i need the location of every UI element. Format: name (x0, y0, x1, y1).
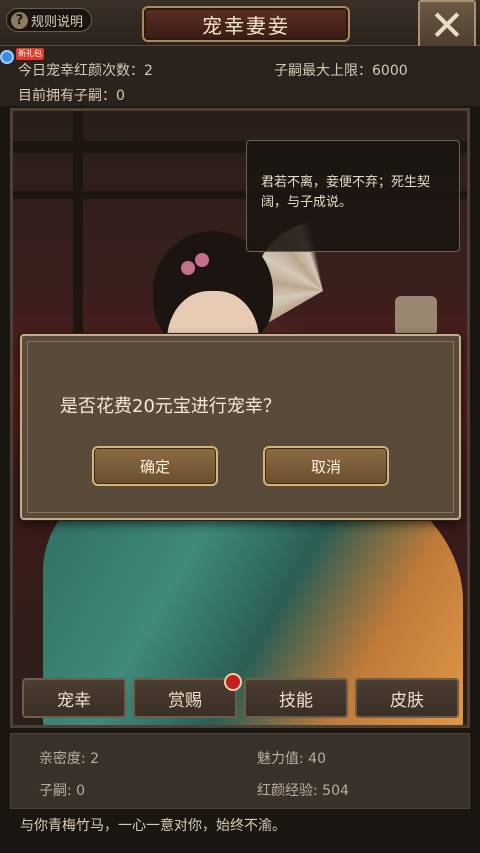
pillar (73, 111, 83, 371)
dialog-message: 是否花费20元宝进行宠幸？ (60, 396, 281, 417)
daily-favor-count: 今日宠幸红颜次数：2 (18, 63, 153, 79)
cancel-label: 取消 (310, 457, 341, 476)
top-bar: ? 规则说明 宠幸妻妾 (0, 0, 480, 46)
skill-button[interactable]: 技能 (244, 678, 348, 718)
gift-badge: 新礼包 (16, 48, 44, 60)
question-icon: ? (11, 11, 28, 29)
rules-button[interactable]: ? 规则说明 (6, 8, 93, 32)
intimacy-stat: 亲密度: 2 (39, 751, 100, 767)
stats-panel: 亲密度: 2 魅力值: 40 子嗣: 0 红颜经验: 504 (10, 733, 470, 809)
current-heirs: 目前拥有子嗣：0 (18, 88, 125, 104)
favor-label: 宠幸 (57, 690, 91, 711)
side-tab[interactable] (395, 296, 437, 336)
favor-button[interactable]: 宠幸 (22, 678, 126, 718)
gift-icon[interactable] (0, 50, 14, 64)
charm-stat: 魅力值: 40 (257, 751, 326, 767)
dialog-inner-border (27, 341, 454, 513)
speech-bubble: 君若不离，妾便不弃；死生契阔，与子成说。 (246, 140, 460, 252)
notification-dot (224, 673, 242, 691)
page-title: 宠幸妻妾 (142, 6, 350, 42)
close-button[interactable]: ✕ (418, 0, 476, 52)
heir-limit: 子嗣最大上限：6000 (274, 63, 408, 79)
children-stat: 子嗣: 0 (39, 783, 86, 799)
rules-label: 规则说明 (31, 14, 84, 30)
skin-label: 皮肤 (390, 690, 424, 711)
skill-label: 技能 (279, 690, 313, 711)
confirm-label: 确定 (139, 457, 170, 476)
close-icon: ✕ (429, 1, 465, 50)
confirm-button[interactable]: 确定 (92, 446, 218, 486)
hair-flower (181, 261, 195, 275)
reward-label: 赏赐 (168, 690, 202, 711)
hair-flower (195, 253, 209, 267)
exp-stat: 红颜经验: 504 (257, 783, 349, 799)
skin-button[interactable]: 皮肤 (355, 678, 459, 718)
cancel-button[interactable]: 取消 (263, 446, 389, 486)
reward-button[interactable]: 赏赐 (133, 678, 237, 718)
confirm-dialog: 是否花费20元宝进行宠幸？ 确定 取消 (20, 334, 461, 520)
consort-quote: 与你青梅竹马，一心一意对你，始终不渝。 (20, 818, 286, 834)
